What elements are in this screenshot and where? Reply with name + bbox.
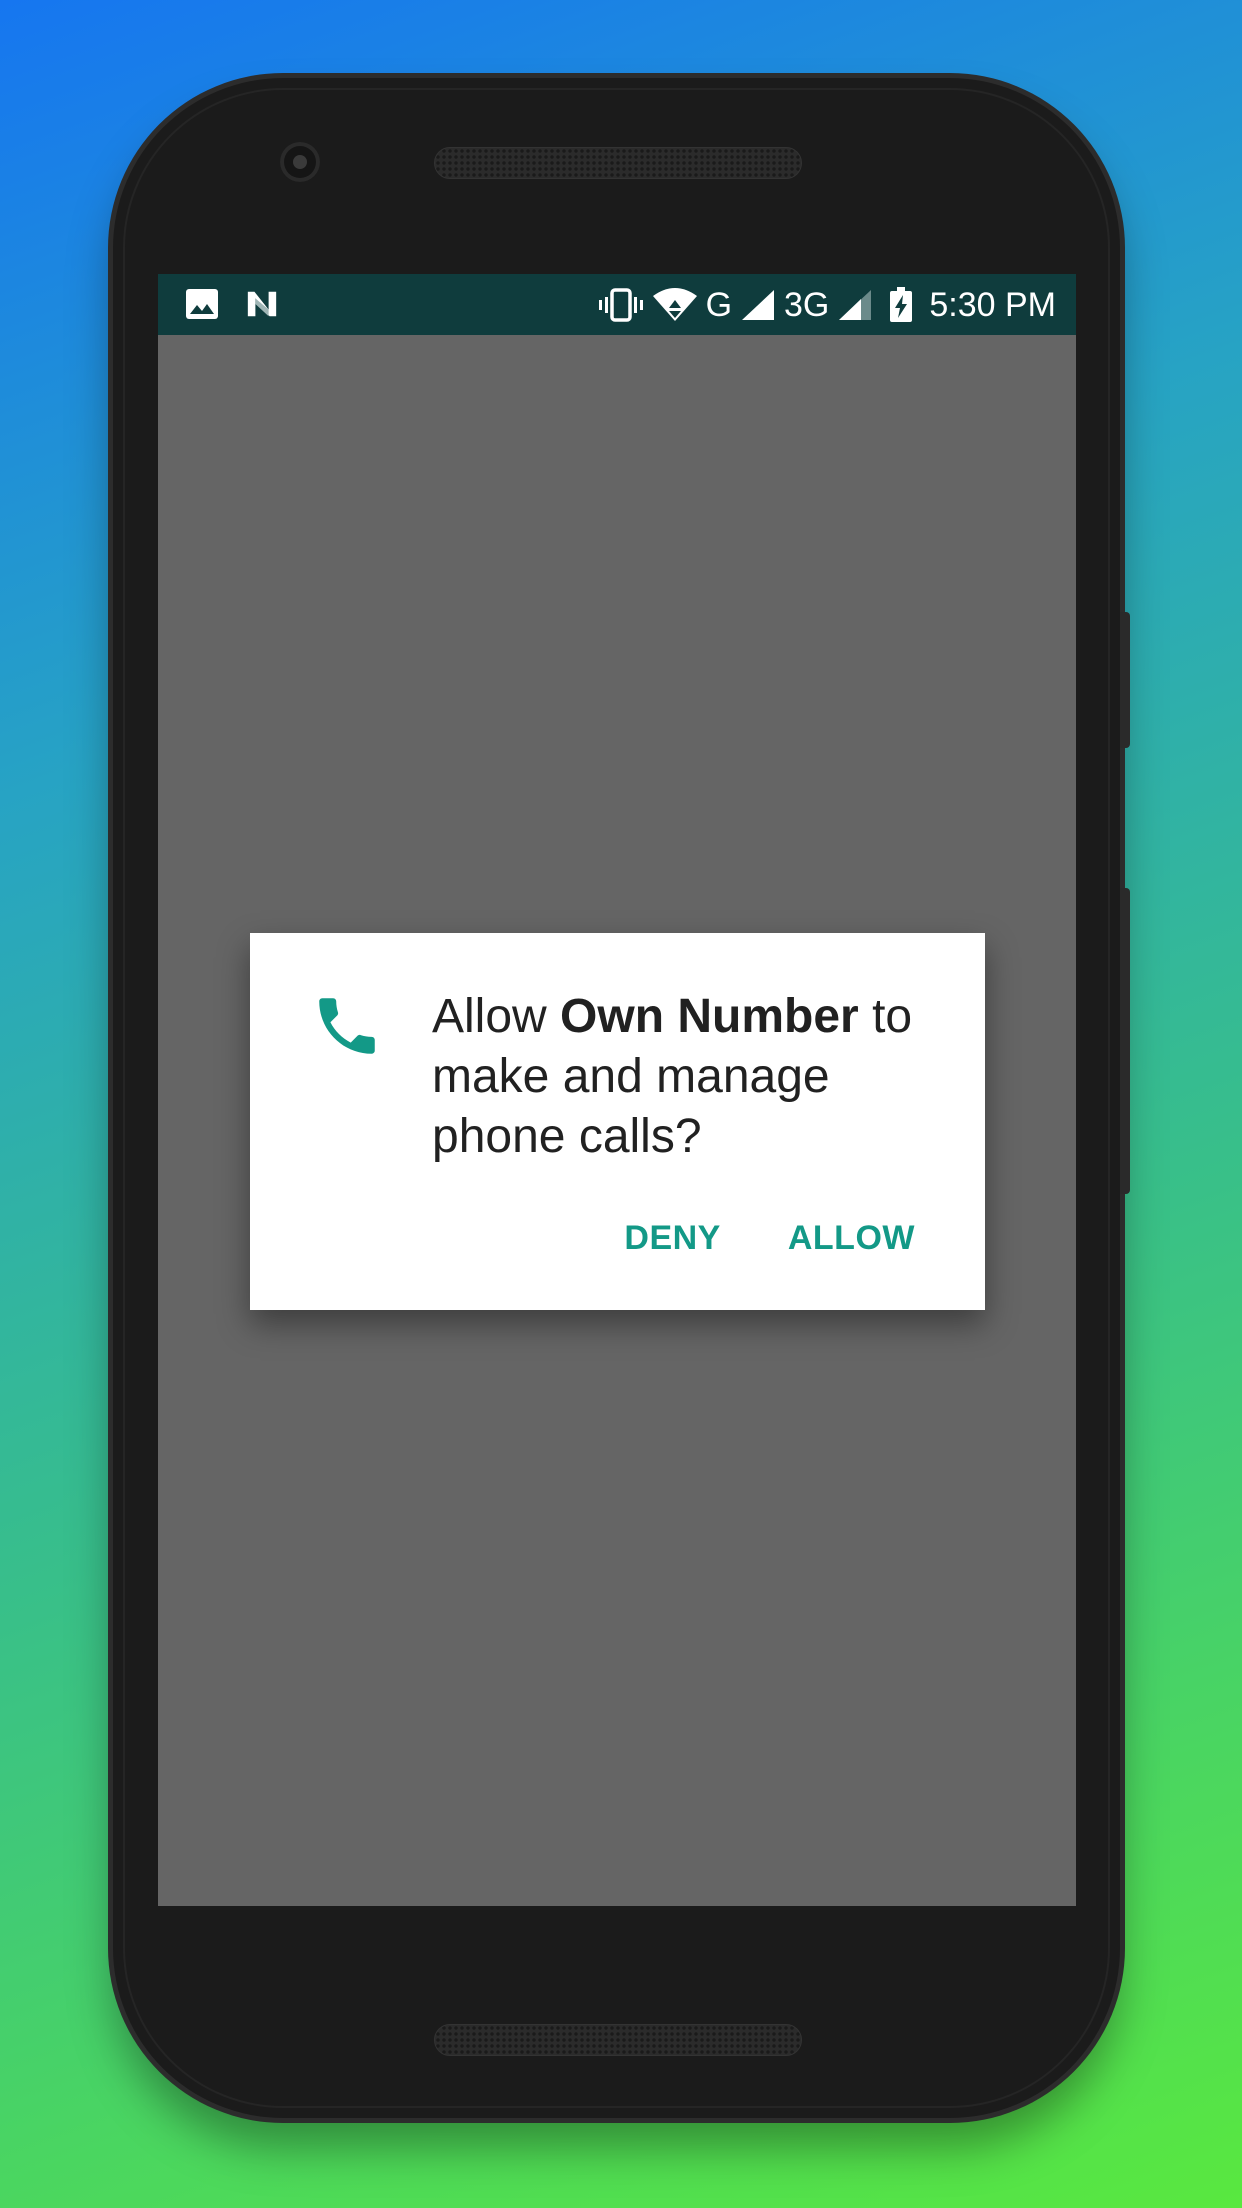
status-icons: G 3G 5:30 PM: [590, 274, 1056, 335]
volume-button: [1120, 888, 1130, 1194]
bottom-speaker-grille: [434, 2024, 802, 2056]
top-speaker-grille: [434, 147, 802, 179]
phone-screen: G 3G 5:30 PM Allow Own Number to make an…: [158, 274, 1076, 1906]
n-notification-icon: [247, 291, 277, 317]
network-type-g: G: [705, 285, 733, 324]
permission-dialog: Allow Own Number to make and manage phon…: [250, 933, 985, 1310]
signal-icon: [839, 289, 872, 320]
dialog-actions: DENY ALLOW: [624, 1219, 915, 1258]
front-camera: [280, 142, 320, 182]
allow-button[interactable]: ALLOW: [788, 1219, 915, 1258]
power-button: [1120, 612, 1130, 748]
app-name: Own Number: [560, 990, 859, 1043]
dialog-message: Allow Own Number to make and manage phon…: [432, 987, 952, 1167]
deny-button[interactable]: DENY: [624, 1219, 720, 1258]
image-icon: [186, 289, 218, 319]
status-time: 5:30 PM: [929, 285, 1056, 324]
wifi-icon: [652, 287, 697, 321]
phone-icon: [319, 998, 375, 1054]
status-bar: G 3G 5:30 PM: [158, 274, 1076, 335]
vibrate-icon: [598, 287, 643, 322]
battery-charging-icon: [890, 286, 913, 322]
network-type-3g: 3G: [784, 285, 830, 324]
message-prefix: Allow: [432, 990, 561, 1043]
signal-icon: [742, 289, 775, 320]
